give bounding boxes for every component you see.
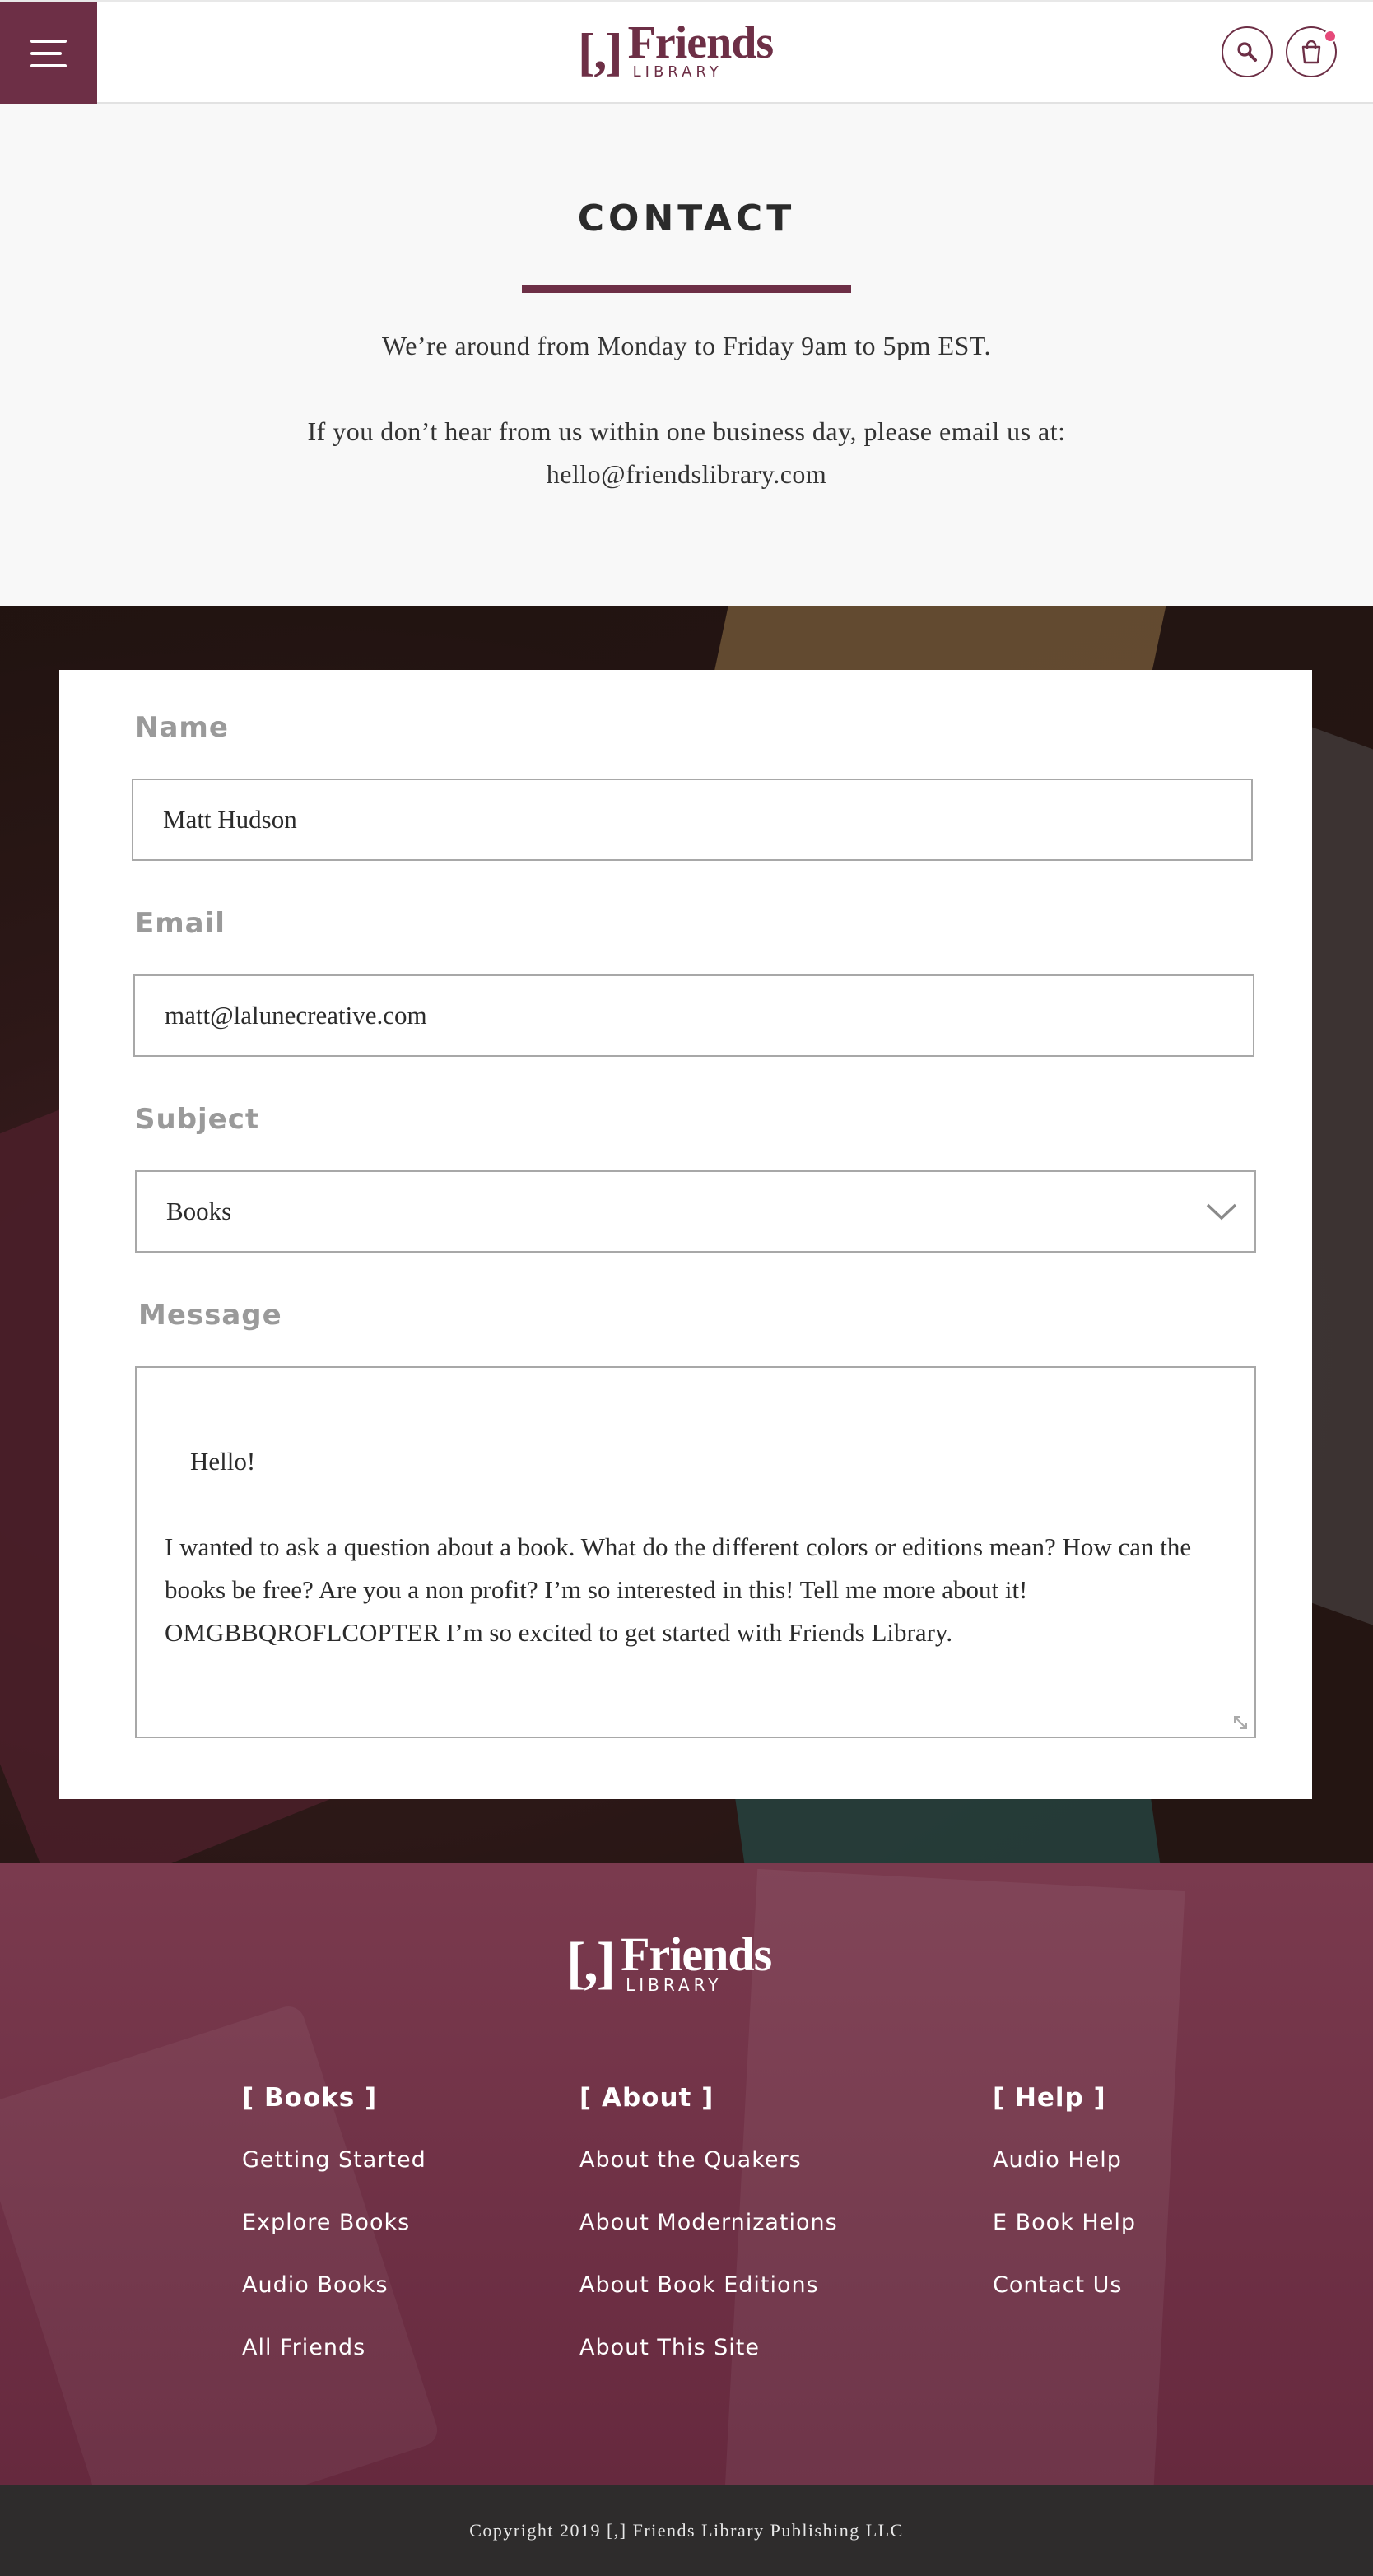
footer-link-explore-books[interactable]: Explore Books [242, 2206, 426, 2240]
footer-column-help: [ Help ] Audio Help E Book Help Contact … [993, 2081, 1136, 2303]
footer-logo-title: Friends [621, 1927, 772, 1981]
footer-link-about-modernizations[interactable]: About Modernizations [579, 2206, 838, 2240]
subject-select[interactable]: Books [135, 1170, 1256, 1253]
logo-title: Friends [627, 17, 775, 68]
subject-label: Subject [135, 1103, 260, 1136]
cart-icon [1301, 40, 1321, 64]
site-footer: [,] Friends LIBRARY [ Books ] Getting St… [0, 1863, 1373, 2485]
footer-heading-books: [ Books ] [242, 2083, 378, 2113]
chevron-down-icon [1206, 1203, 1237, 1221]
resize-handle-icon[interactable] [1231, 1713, 1250, 1732]
footer-link-all-friends[interactable]: All Friends [242, 2331, 426, 2365]
menu-icon-bar [30, 64, 67, 67]
email-label: Email [135, 907, 226, 940]
name-label: Name [135, 711, 229, 744]
footer-heading-about: [ About ] [579, 2083, 714, 2113]
followup-line: If you don’t hear from us within one bus… [307, 416, 1066, 446]
footer-logo-subtitle: LIBRARY [626, 1975, 723, 1995]
subject-selected-value: Books [166, 1197, 232, 1225]
logo-subtitle: LIBRARY [632, 63, 723, 81]
footer-link-about-quakers[interactable]: About the Quakers [579, 2143, 838, 2178]
cart-button[interactable] [1286, 26, 1337, 77]
footer-link-getting-started[interactable]: Getting Started [242, 2143, 426, 2178]
copyright-bar: Copyright 2019 [,] Friends Library Publi… [0, 2485, 1373, 2576]
menu-button[interactable] [0, 2, 97, 105]
search-button[interactable] [1222, 26, 1273, 77]
footer-link-audio-help[interactable]: Audio Help [993, 2143, 1136, 2178]
footer-link-contact-us[interactable]: Contact Us [993, 2268, 1136, 2303]
logo-text: Friends LIBRARY [627, 17, 775, 81]
message-text: Hello! I wanted to ask a question about … [165, 1447, 1192, 1647]
footer-logo[interactable]: [,] Friends LIBRARY [566, 1931, 813, 1997]
footer-column-about: [ About ] About the Quakers About Modern… [579, 2081, 838, 2365]
footer-logo-text: Friends LIBRARY [621, 1927, 772, 1995]
footer-link-ebook-help[interactable]: E Book Help [993, 2206, 1136, 2240]
footer-link-about-editions[interactable]: About Book Editions [579, 2268, 838, 2303]
email-field[interactable]: matt@lalunecreative.com [133, 974, 1254, 1057]
menu-icon-bar [30, 52, 62, 55]
footer-logo-mark: [,] [566, 1932, 616, 1995]
search-icon [1237, 42, 1257, 62]
hours-text: We’re around from Monday to Friday 9am t… [382, 331, 991, 360]
followup-text: If you don’t hear from us within one bus… [0, 410, 1373, 495]
message-label: Message [138, 1299, 282, 1332]
title-underline [522, 285, 851, 293]
site-header: [,] Friends LIBRARY [0, 0, 1373, 105]
contact-form: Name Matt Hudson Email matt@lalunecreati… [59, 670, 1312, 1799]
menu-icon-bar [30, 40, 67, 43]
name-field[interactable]: Matt Hudson [132, 779, 1253, 861]
footer-column-books: [ Books ] Getting Started Explore Books … [242, 2081, 426, 2365]
footer-link-about-site[interactable]: About This Site [579, 2331, 838, 2365]
cart-badge [1324, 30, 1337, 43]
footer-heading-help: [ Help ] [993, 2083, 1106, 2113]
footer-link-audio-books[interactable]: Audio Books [242, 2268, 426, 2303]
contact-email-link[interactable]: hello@friendslibrary.com [547, 459, 827, 489]
copyright-text: Copyright 2019 [,] Friends Library Publi… [469, 2520, 904, 2541]
contact-intro: CONTACT We’re around from Monday to Frid… [0, 104, 1373, 606]
site-logo[interactable]: [,] Friends LIBRARY [578, 20, 795, 84]
logo-mark: [,] [578, 22, 623, 81]
page-title: CONTACT [577, 198, 796, 239]
message-textarea[interactable]: Hello! I wanted to ask a question about … [135, 1366, 1256, 1738]
